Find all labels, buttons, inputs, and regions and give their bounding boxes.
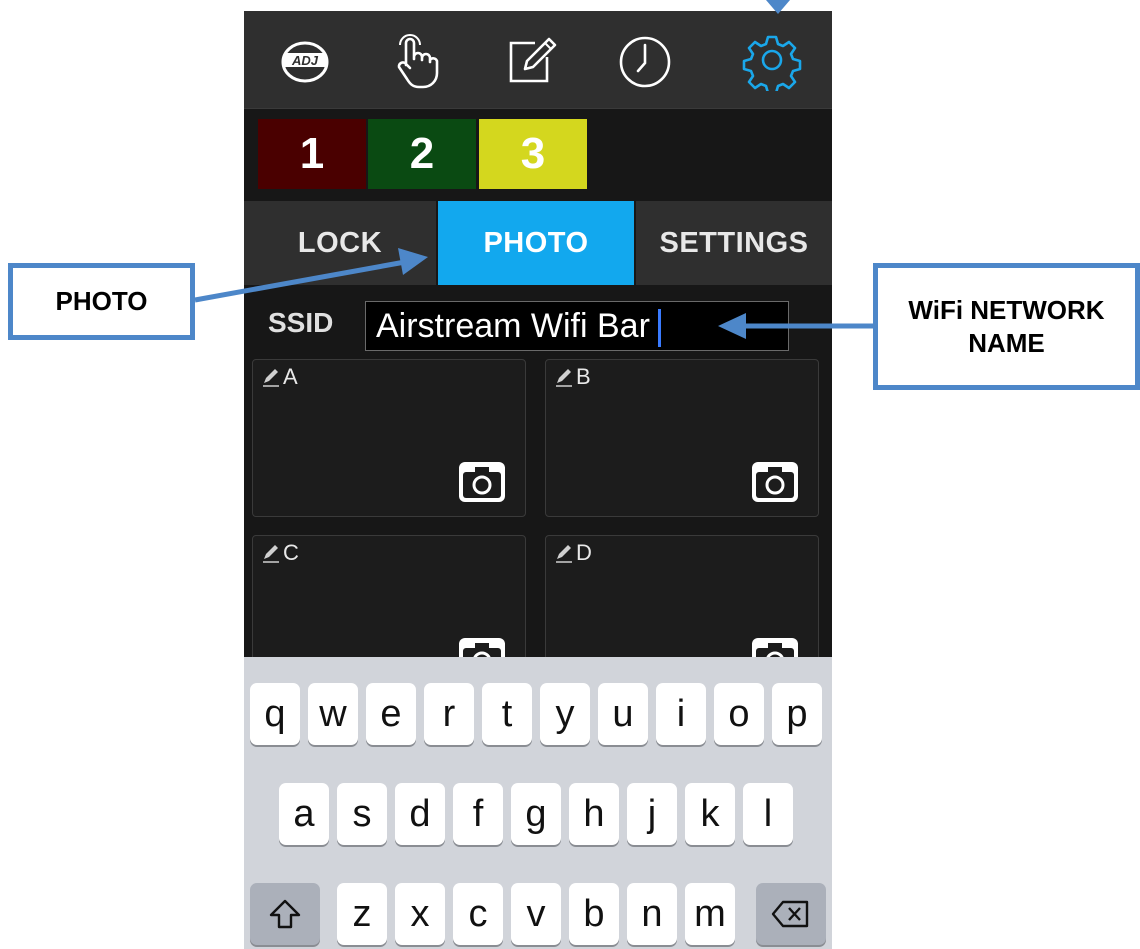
edit-pencil-icon[interactable] xyxy=(499,29,561,91)
ssid-label: SSID xyxy=(268,307,334,338)
scene-label: 2 xyxy=(409,129,435,178)
key-t[interactable]: t xyxy=(482,683,532,745)
key-s[interactable]: s xyxy=(337,783,387,845)
key-b[interactable]: b xyxy=(569,883,619,945)
shift-icon xyxy=(269,899,301,929)
key-l[interactable]: l xyxy=(743,783,793,845)
tab-settings[interactable]: SETTINGS xyxy=(636,201,832,285)
key-z[interactable]: z xyxy=(337,883,387,945)
key-e[interactable]: e xyxy=(366,683,416,745)
key-d[interactable]: d xyxy=(395,783,445,845)
tab-label: SETTINGS xyxy=(659,226,809,259)
text-caret xyxy=(657,309,661,348)
photo-callout: PHOTO xyxy=(8,263,195,340)
cell-label: A xyxy=(283,364,298,389)
photo-cell-b[interactable]: B xyxy=(545,359,819,517)
cell-label-row: B xyxy=(554,364,591,390)
scene-button-1[interactable]: 1 xyxy=(258,119,366,189)
key-g[interactable]: g xyxy=(511,783,561,845)
key-a[interactable]: a xyxy=(279,783,329,845)
ssid-value: Airstream Wifi Bar xyxy=(376,307,650,345)
key-v[interactable]: v xyxy=(511,883,561,945)
tab-photo[interactable]: PHOTO xyxy=(438,201,634,285)
tab-label: PHOTO xyxy=(483,226,589,259)
cell-label: D xyxy=(576,540,592,565)
clock-icon[interactable] xyxy=(614,29,676,91)
wifi-callout: WiFi NETWORK NAME xyxy=(873,263,1140,390)
key-n[interactable]: n xyxy=(627,883,677,945)
wifi-callout-line2: NAME xyxy=(968,327,1045,358)
cell-label-row: C xyxy=(261,540,299,566)
cell-label: C xyxy=(283,540,299,565)
photo-callout-text: PHOTO xyxy=(55,286,148,316)
key-m[interactable]: m xyxy=(685,883,735,945)
logo-text: ADJ xyxy=(291,53,319,68)
ssid-row: SSID Airstream Wifi Bar xyxy=(244,289,832,355)
cell-label: B xyxy=(576,364,591,389)
key-y[interactable]: y xyxy=(540,683,590,745)
cell-label-row: D xyxy=(554,540,592,566)
key-w[interactable]: w xyxy=(308,683,358,745)
wifi-callout-line1: WiFi NETWORK xyxy=(908,295,1105,325)
key-k[interactable]: k xyxy=(685,783,735,845)
touch-hand-icon[interactable] xyxy=(384,29,446,91)
key-r[interactable]: r xyxy=(424,683,474,745)
pencil-icon[interactable] xyxy=(261,367,281,387)
key-h[interactable]: h xyxy=(569,783,619,845)
scene-label: 3 xyxy=(520,129,546,178)
photo-cell-a[interactable]: A xyxy=(252,359,526,517)
cell-label-row: A xyxy=(261,364,298,390)
scene-button-2[interactable]: 2 xyxy=(368,119,476,189)
key-o[interactable]: o xyxy=(714,683,764,745)
tab-bar: LOCK PHOTO SETTINGS xyxy=(244,199,832,287)
shift-key[interactable] xyxy=(250,883,320,945)
key-q[interactable]: q xyxy=(250,683,300,745)
tab-label: LOCK xyxy=(297,226,383,259)
ssid-input[interactable]: Airstream Wifi Bar xyxy=(365,301,789,351)
gear-icon[interactable] xyxy=(741,29,803,91)
pencil-icon[interactable] xyxy=(554,543,574,563)
key-i[interactable]: i xyxy=(656,683,706,745)
key-u[interactable]: u xyxy=(598,683,648,745)
key-x[interactable]: x xyxy=(395,883,445,945)
key-p[interactable]: p xyxy=(772,683,822,745)
scene-selector: 1 2 3 xyxy=(244,109,832,197)
adj-logo-icon[interactable]: ADJ xyxy=(274,29,336,91)
scene-button-3[interactable]: 3 xyxy=(479,119,587,189)
app-screen: ADJ 1 2 3 LOCK PHOTO SETTINGS SSID Airst… xyxy=(244,11,832,949)
tab-lock[interactable]: LOCK xyxy=(244,201,436,285)
backspace-icon xyxy=(771,900,809,928)
backspace-key[interactable] xyxy=(756,883,826,945)
key-j[interactable]: j xyxy=(627,783,677,845)
onscreen-keyboard: q w e r t y u i o p a s d f g h j k l z … xyxy=(244,657,832,949)
camera-icon[interactable] xyxy=(457,460,507,504)
scene-label: 1 xyxy=(299,129,325,178)
pencil-icon[interactable] xyxy=(554,367,574,387)
top-toolbar: ADJ xyxy=(244,11,832,109)
camera-icon[interactable] xyxy=(750,460,800,504)
key-f[interactable]: f xyxy=(453,783,503,845)
pencil-icon[interactable] xyxy=(261,543,281,563)
key-c[interactable]: c xyxy=(453,883,503,945)
